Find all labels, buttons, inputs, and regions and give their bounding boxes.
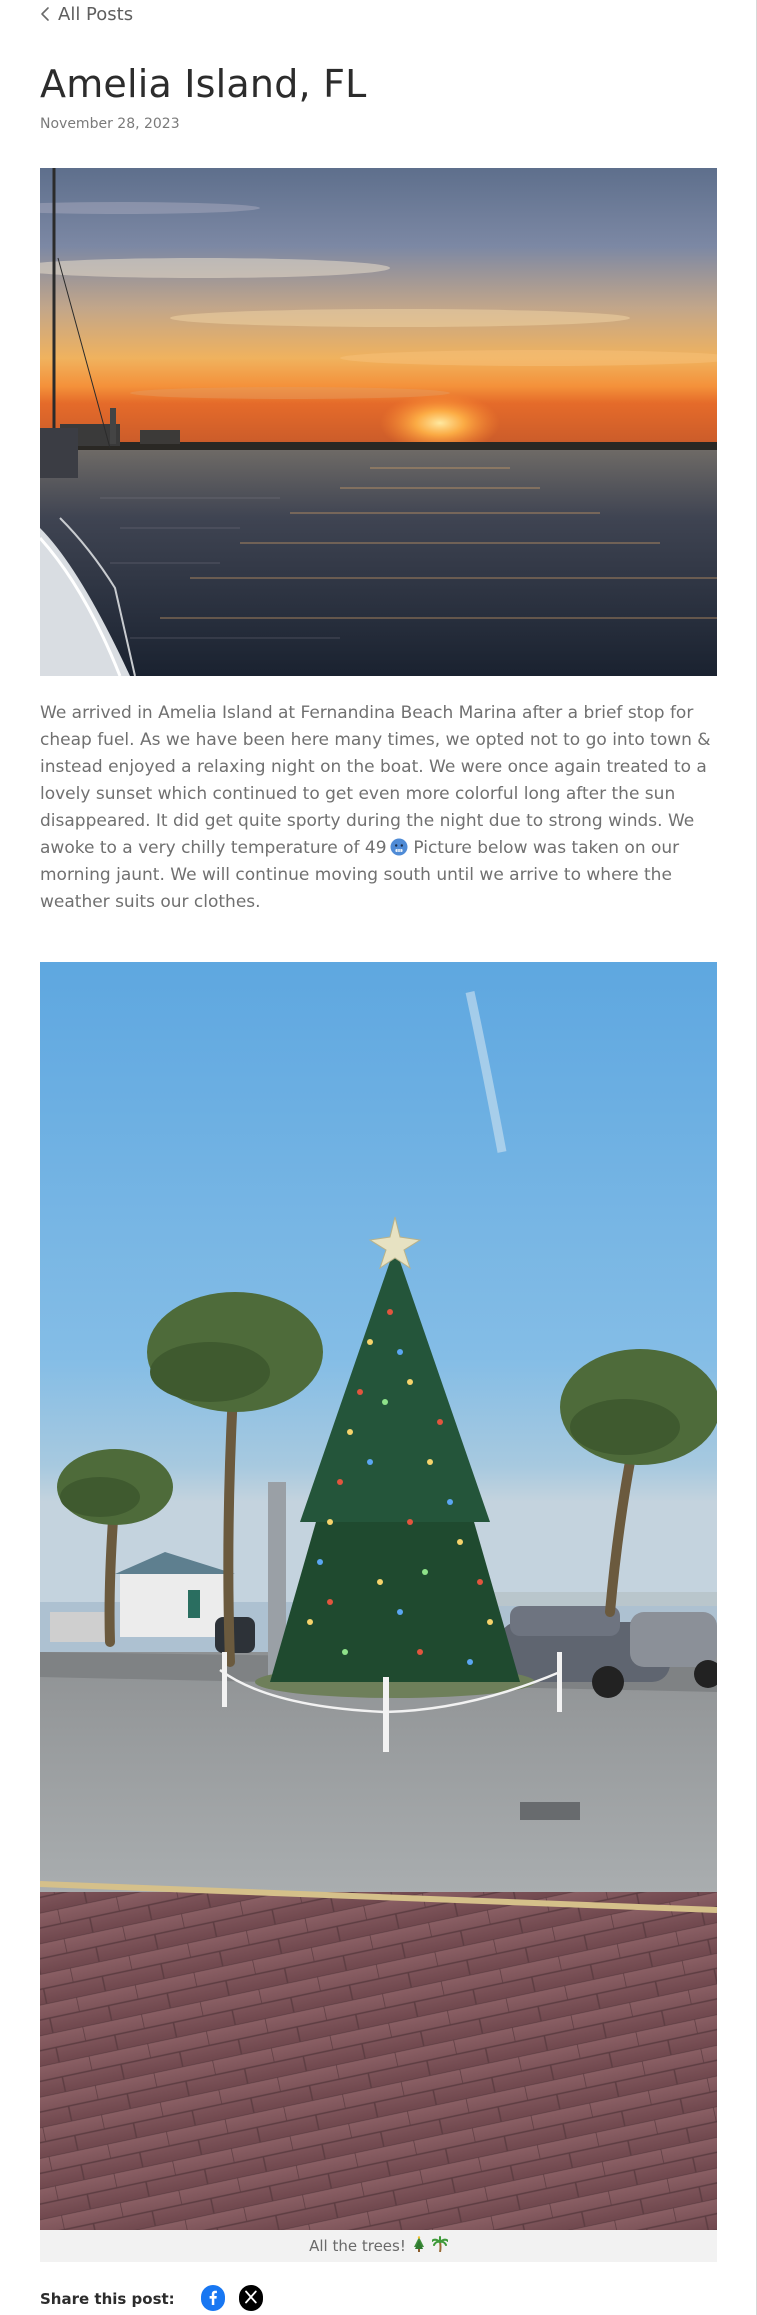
- share-label: Share this post:: [40, 2290, 175, 2308]
- sunset-photo: [40, 168, 717, 676]
- christmas-tree-photo: [40, 962, 717, 2230]
- facebook-icon: [200, 2285, 225, 2313]
- christmas-tree-emoji-icon: [412, 2236, 426, 2256]
- caption-text: All the trees!: [309, 2237, 406, 2255]
- all-posts-label: All Posts: [58, 3, 134, 25]
- share-x-button[interactable]: [238, 2285, 263, 2313]
- share-facebook-button[interactable]: [200, 2285, 225, 2313]
- share-bar: Share this post:: [40, 2285, 263, 2313]
- post-body: We arrived in Amelia Island at Fernandin…: [40, 700, 717, 916]
- all-posts-link[interactable]: All Posts: [40, 2, 133, 26]
- post-body-text-1: We arrived in Amelia Island at Fernandin…: [40, 703, 711, 858]
- post-title: Amelia Island, FL: [40, 62, 367, 106]
- palm-tree-emoji-icon: [430, 2236, 449, 2256]
- cold-face-emoji-icon: [390, 838, 408, 856]
- x-icon: [238, 2285, 263, 2313]
- photo-caption: All the trees!: [40, 2230, 717, 2262]
- chevron-left-icon: [40, 6, 50, 22]
- post-date: November 28, 2023: [40, 116, 180, 132]
